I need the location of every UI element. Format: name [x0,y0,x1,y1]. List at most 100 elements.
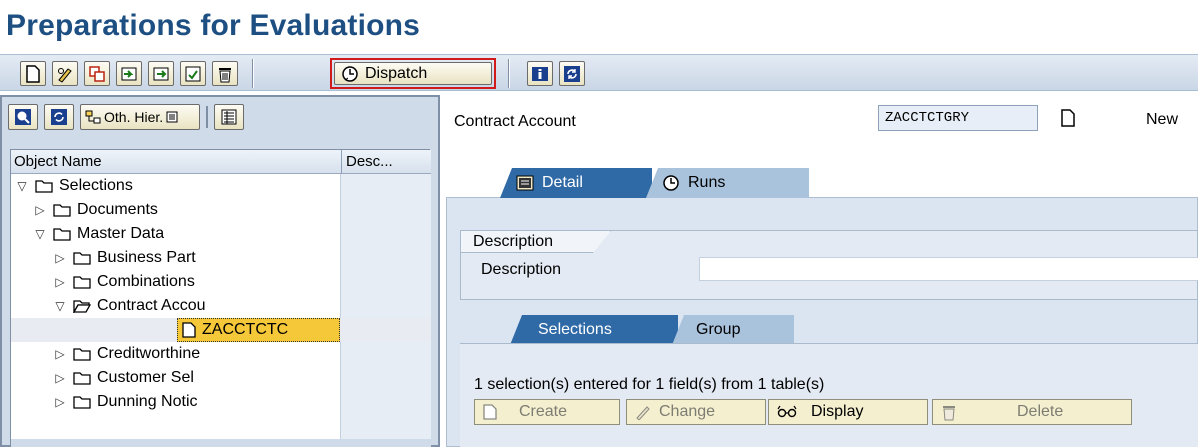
export-button[interactable] [148,61,174,86]
tree-node-label: ZACCTCTC [202,321,289,338]
refresh-icon [51,109,67,125]
pencil-glasses-icon [58,67,72,83]
selection-summary: 1 selection(s) entered for 1 field(s) fr… [474,376,825,393]
selected-node[interactable]: ZACCTCTC [177,318,340,342]
tree-node[interactable]: ▷ Dunning Notic [11,390,340,414]
group-title: Description [461,231,611,253]
import-button[interactable] [116,61,142,86]
glasses-icon [777,405,797,418]
status-new: New [1146,111,1179,128]
tree-node[interactable]: ▷ Customer Sel [11,366,340,390]
dispatch-label: Dispatch [365,64,428,82]
tree-node-label: Business Part [97,249,196,266]
change-button[interactable]: Change [626,399,766,425]
toolbar-separator [252,59,254,88]
column-header-object-name[interactable]: Object Name [11,150,341,174]
tree-node-label: Combinations [97,273,195,290]
contract-account-field[interactable]: ZACCTCTGRY [878,105,1038,131]
layout-button[interactable] [214,104,244,130]
document-icon [182,322,196,338]
tab-runs[interactable]: Runs [646,168,809,198]
import-icon [121,67,137,80]
new-document-icon [26,64,40,83]
tree-node[interactable]: ▽ Contract Accou [11,294,340,318]
collapsed-arrow-icon[interactable]: ▷ [51,395,69,409]
column-header-description[interactable]: Desc... [343,150,431,174]
description-label: Description [481,261,562,278]
find-button[interactable] [8,104,38,130]
dispatch-button[interactable]: Dispatch [330,58,496,89]
description-column [340,174,431,444]
expanded-arrow-icon[interactable]: ▽ [51,299,69,313]
copy-icon [89,65,105,82]
pencil-icon [636,406,650,420]
folder-icon [35,180,53,193]
tree-node[interactable]: ▷ Creditworthine [11,342,340,366]
tree-node[interactable]: ▷ Combinations [11,270,340,294]
tab-detail[interactable]: Detail [500,168,652,198]
tree-node-label: Contract Accou [97,297,206,314]
info-button[interactable] [527,61,553,86]
change-button[interactable] [52,61,78,86]
folder-icon [53,228,71,241]
horizontal-scrollbar[interactable] [11,439,431,447]
tab-label: Detail [542,174,583,191]
refresh-icon [564,65,580,82]
clock-run-icon [342,65,358,82]
tree-node-label: Master Data [77,225,165,242]
copy-button[interactable] [84,61,110,86]
delete-label: Delete [1017,403,1064,420]
export-icon [153,67,169,80]
collapsed-arrow-icon[interactable]: ▷ [51,275,69,289]
collapsed-arrow-icon[interactable]: ▷ [51,251,69,265]
other-hierarchy-label: Oth. Hier. [104,109,164,125]
tree-node-label: Dunning Notic [97,393,198,410]
contract-account-label: Contract Account [454,113,576,130]
display-label: Display [811,403,864,420]
delete-button[interactable] [212,61,238,86]
tree-node-selected[interactable]: ZACCTCTC [11,318,431,342]
collapsed-arrow-icon[interactable]: ▷ [31,203,49,217]
create-button[interactable]: Create [474,399,620,425]
hierarchy-toolbar: Oth. Hier. [2,97,438,143]
change-label: Change [659,403,716,420]
expanded-arrow-icon[interactable]: ▽ [13,179,31,193]
trash-icon [943,406,955,421]
tree-node[interactable]: ▽ Selections [11,174,340,198]
tree-node[interactable]: ▷ Business Part [11,246,340,270]
tab-group[interactable]: Group [672,315,794,345]
description-field[interactable] [699,257,1198,281]
display-button[interactable]: Display [768,399,928,425]
tab-label: Runs [688,174,726,191]
tree-node-label: Documents [77,201,158,218]
collapsed-arrow-icon[interactable]: ▷ [51,371,69,385]
info-icon [532,66,548,81]
folder-icon [73,252,91,265]
tree-node[interactable]: ▷ Documents [11,198,340,222]
open-folder-icon [73,300,91,313]
hierarchy-panel: Oth. Hier. Object Name Desc... ▽ Selecti… [0,95,440,447]
save-as-button[interactable] [180,61,206,86]
tree-node-label: Selections [59,177,133,194]
tab-label: Group [696,321,741,338]
collapsed-arrow-icon[interactable]: ▷ [51,347,69,361]
tree-node[interactable]: ▽ Master Data [11,222,340,246]
new-document-icon [483,404,497,420]
main-toolbar: Dispatch [0,54,1198,91]
delete-button[interactable]: Delete [932,399,1132,425]
refresh-button[interactable] [559,61,585,86]
refresh-tree-button[interactable] [44,104,74,130]
create-button[interactable] [20,61,46,86]
folder-icon [73,396,91,409]
other-hierarchy-button[interactable]: Oth. Hier. [80,104,200,130]
hierarchy-tree: Object Name Desc... ▽ Selections ▷ Docum… [10,149,431,447]
dropdown-menu-icon [166,111,178,123]
toolbar-separator [206,106,208,128]
expanded-arrow-icon[interactable]: ▽ [31,227,49,241]
tree-node-label: Customer Sel [97,369,194,386]
trash-icon [219,67,231,82]
column-divider [341,150,342,174]
folder-icon [73,348,91,361]
clock-run-icon [663,175,679,191]
tab-selections[interactable]: Selections [510,315,678,345]
